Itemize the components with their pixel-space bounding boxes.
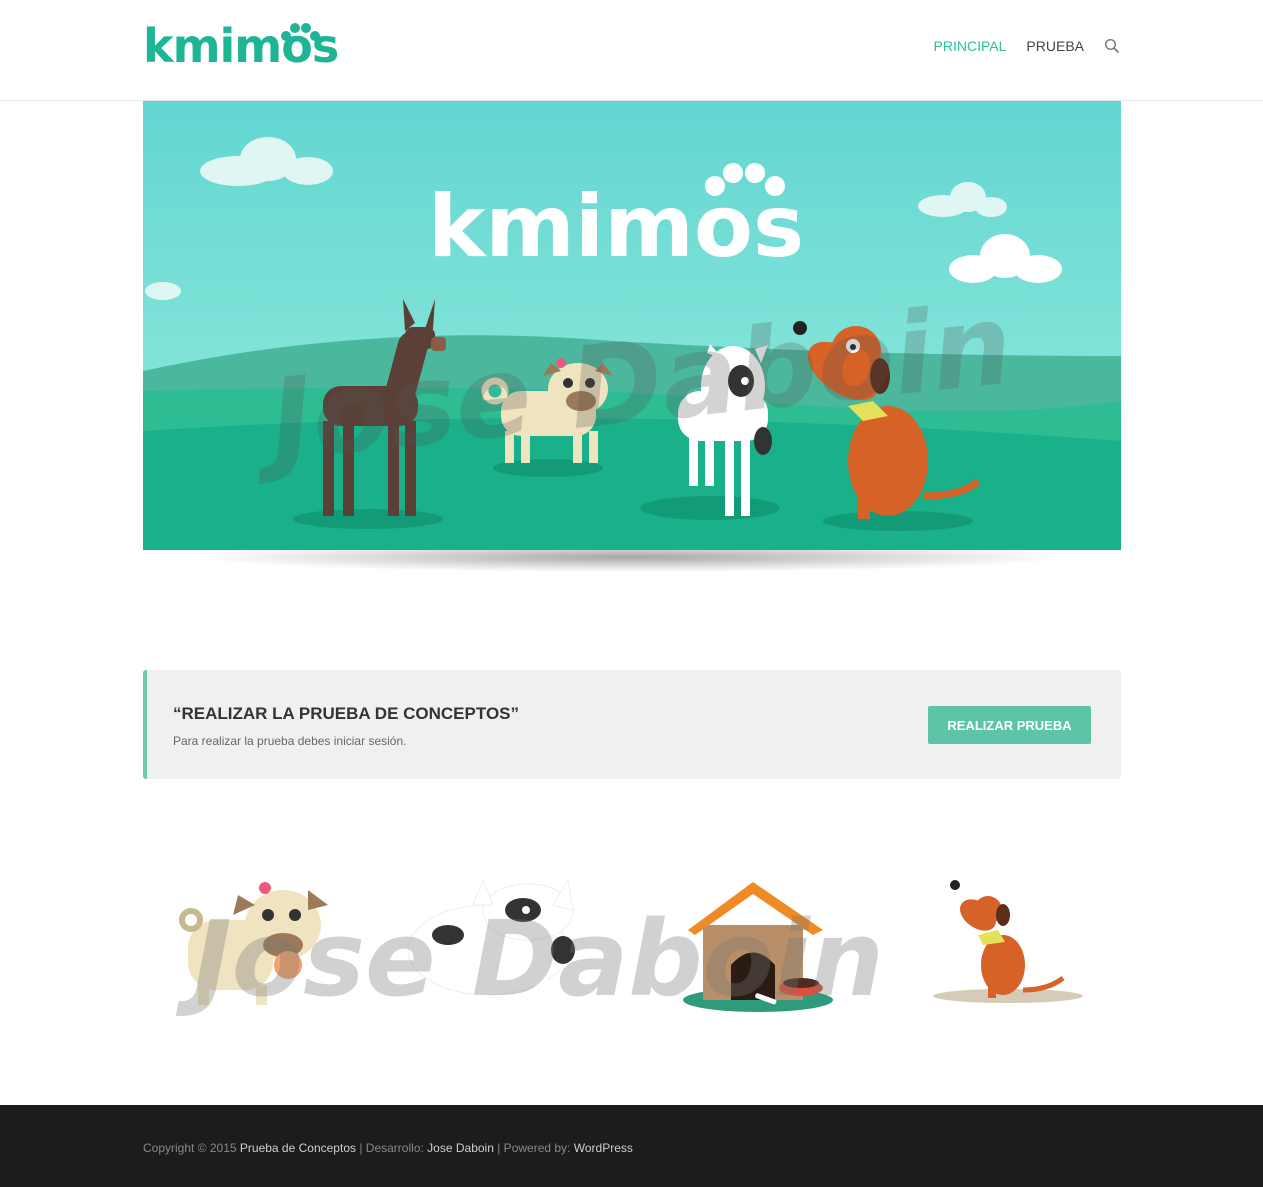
site-header: kmimos PRINCIPAL PRUEBA [0, 0, 1263, 101]
footer-credits: Copyright © 2015 Prueba de Conceptos | D… [143, 1141, 633, 1155]
site-logo[interactable]: kmimos [143, 18, 343, 74]
main-nav: PRINCIPAL PRUEBA [934, 38, 1120, 54]
wordpress-link[interactable]: WordPress [574, 1141, 633, 1155]
developer-link[interactable]: Jose Daboin [427, 1141, 494, 1155]
hero-banner: kmimos Jose Daboin [143, 101, 1121, 550]
paw-icon [281, 23, 320, 41]
cta-box: “REALIZAR LA PRUEBA DE CONCEPTOS” Para r… [143, 670, 1121, 779]
nav-prueba[interactable]: PRUEBA [1026, 38, 1084, 54]
dev-prefix: | Desarrollo: [359, 1141, 424, 1155]
illustrations-watermark: Jose Daboin [175, 898, 884, 1020]
cta-title: “REALIZAR LA PRUEBA DE CONCEPTOS” [173, 704, 520, 723]
search-icon[interactable] [1104, 38, 1120, 54]
realizar-prueba-button[interactable]: REALIZAR PRUEBA [928, 706, 1091, 744]
nav-principal[interactable]: PRINCIPAL [934, 38, 1007, 54]
hero-illustration: kmimos Jose Daboin [143, 101, 1121, 550]
illustrations-row: Jose Daboin [175, 878, 1083, 1020]
hero-logo-text: kmimos [428, 177, 804, 277]
dachshund-illustration [933, 880, 1083, 1003]
site-footer: Copyright © 2015 Prueba de Conceptos | D… [0, 1105, 1263, 1187]
site-link[interactable]: Prueba de Conceptos [240, 1141, 356, 1155]
copyright-text: Copyright © 2015 [143, 1141, 237, 1155]
powered-prefix: | Powered by: [497, 1141, 571, 1155]
cta-text: Para realizar la prueba debes iniciar se… [173, 734, 407, 748]
